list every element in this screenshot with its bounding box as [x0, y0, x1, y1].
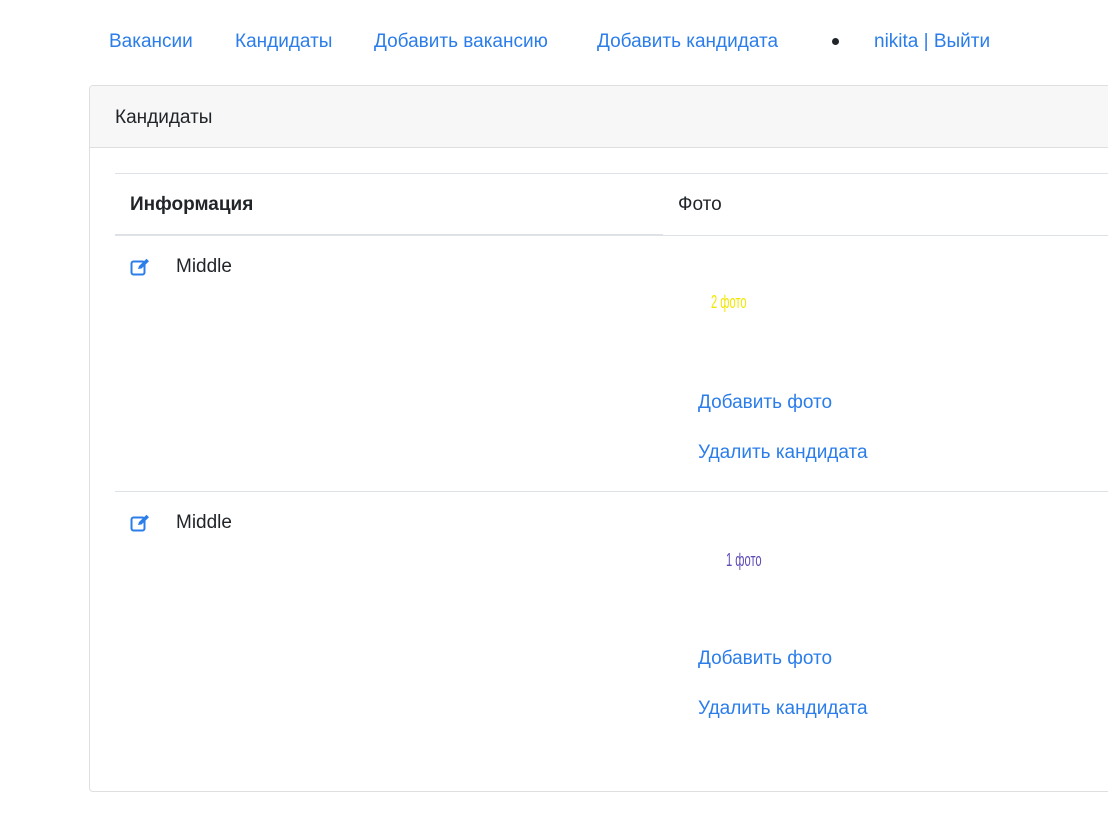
table-row-divider: [115, 491, 1108, 492]
candidate-name: Middle: [176, 256, 232, 277]
delete-candidate-link[interactable]: Удалить кандидата: [698, 697, 868, 721]
candidate-photo[interactable]: 1 фото: [726, 548, 784, 572]
card-header: Кандидаты: [90, 86, 1108, 148]
top-navbar: Вакансии Кандидаты Добавить вакансию Доб…: [0, 0, 1108, 84]
candidate-name: Middle: [176, 512, 232, 533]
candidate-photo[interactable]: 2 фото: [711, 290, 769, 314]
table-header-border-photo: [663, 235, 1108, 236]
add-photo-link[interactable]: Добавить фото: [698, 391, 832, 415]
table-header-photo: Фото: [678, 194, 722, 215]
candidates-card: Кандидаты Информация Фото Middle 2 фото …: [89, 85, 1108, 792]
nav-add-candidate-link[interactable]: Добавить кандидата: [597, 30, 778, 54]
nav-add-vacancy-link[interactable]: Добавить вакансию: [374, 30, 548, 54]
nav-candidates-link[interactable]: Кандидаты: [235, 30, 332, 54]
edit-icon[interactable]: [130, 514, 150, 532]
candidate-photo-caption: 2 фото: [711, 292, 747, 312]
candidate-photo-caption: 1 фото: [726, 550, 762, 570]
delete-candidate-link[interactable]: Удалить кандидата: [698, 441, 868, 465]
table-header-border-info: [115, 234, 663, 236]
table-header-info: Информация: [130, 194, 254, 215]
card-title: Кандидаты: [115, 107, 213, 128]
nav-vacancies-link[interactable]: Вакансии: [109, 30, 193, 54]
nav-bullet-icon: [832, 38, 839, 45]
add-photo-link[interactable]: Добавить фото: [698, 647, 832, 671]
edit-icon[interactable]: [130, 258, 150, 276]
nav-user-logout-link[interactable]: nikita | Выйти: [874, 30, 990, 54]
table-top-border: [115, 173, 1108, 174]
